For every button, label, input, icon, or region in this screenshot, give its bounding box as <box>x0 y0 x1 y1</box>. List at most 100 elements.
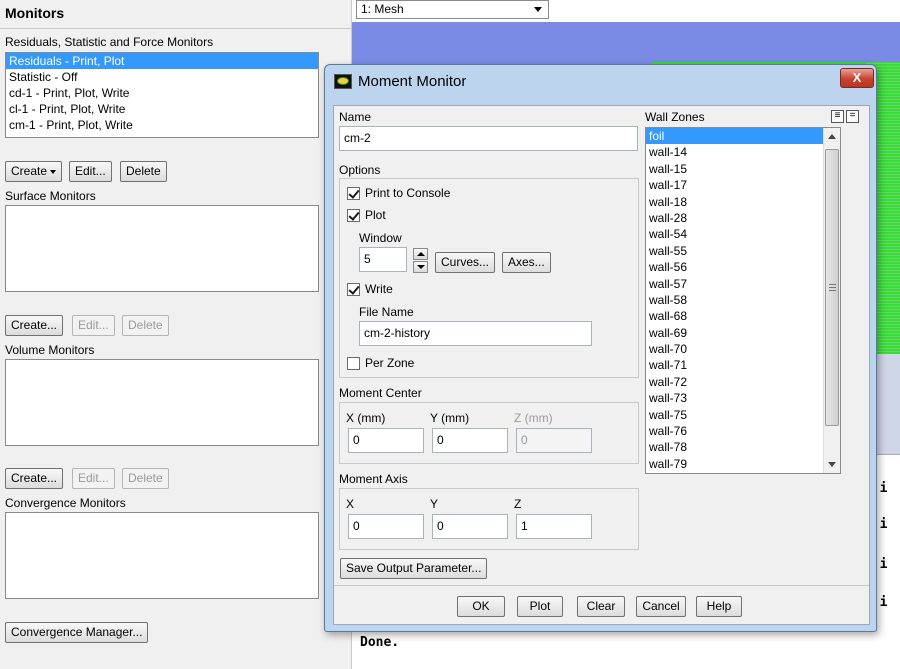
list-item[interactable]: wall-69 <box>646 325 840 341</box>
list-item[interactable]: foil <box>646 128 840 145</box>
list-item[interactable]: wall-76 <box>646 423 840 439</box>
moment-axis-label: Moment Axis <box>339 472 408 486</box>
window-label: Window <box>359 231 402 245</box>
list-item[interactable]: Residuals - Print, Plot <box>6 53 318 69</box>
plot-button[interactable]: Plot <box>517 596 563 617</box>
view-selector[interactable]: 1: Mesh <box>356 0 549 19</box>
close-button[interactable]: X <box>840 68 874 88</box>
checkbox-label: Plot <box>365 208 386 222</box>
residuals-section-label: Residuals, Statistic and Force Monitors <box>5 35 214 49</box>
checkbox-box <box>347 356 360 370</box>
list-item[interactable]: wall-70 <box>646 341 840 357</box>
center-z-input[interactable]: 0 <box>516 428 592 453</box>
convergence-manager-button[interactable]: Convergence Manager... <box>5 622 149 643</box>
axis-z-input[interactable]: 1 <box>516 514 592 539</box>
list-item[interactable]: wall-73 <box>646 390 840 406</box>
volume-delete-button[interactable]: Delete <box>122 468 169 489</box>
curves-button[interactable]: Curves... <box>435 252 496 273</box>
list-item[interactable]: wall-71 <box>646 357 840 373</box>
console-done-line: Done. <box>360 635 400 650</box>
chevron-down-icon <box>534 7 542 12</box>
dialog-body: Name cm-2 Options Print to Console Plot … <box>333 105 870 625</box>
save-output-parameter-button[interactable]: Save Output Parameter... <box>340 558 488 579</box>
list-item[interactable]: wall-72 <box>646 374 840 390</box>
name-label: Name <box>339 110 372 124</box>
grip-icon <box>829 284 836 291</box>
axis-x-input[interactable]: 0 <box>348 514 424 539</box>
list-item[interactable]: wall-28 <box>646 210 840 226</box>
app-icon <box>334 74 352 89</box>
spin-up-icon[interactable] <box>413 248 428 260</box>
ok-button[interactable]: OK <box>457 596 505 617</box>
spin-down-icon[interactable] <box>413 261 428 273</box>
chevron-down-icon <box>50 169 57 174</box>
name-input[interactable]: cm-2 <box>339 126 638 151</box>
list-item[interactable]: wall-15 <box>646 161 840 177</box>
help-button[interactable]: Help <box>696 596 742 617</box>
surface-edit-button[interactable]: Edit... <box>72 315 115 336</box>
edit-button[interactable]: Edit... <box>69 161 112 182</box>
center-x-input[interactable]: 0 <box>348 428 424 453</box>
panel-title: Monitors <box>5 5 65 21</box>
volume-edit-button[interactable]: Edit... <box>72 468 115 489</box>
delete-button[interactable]: Delete <box>120 161 167 182</box>
convergence-monitor-list[interactable] <box>5 512 319 599</box>
volume-create-button[interactable]: Create... <box>5 468 64 489</box>
list-item[interactable]: wall-54 <box>646 226 840 242</box>
per-zone-checkbox[interactable]: Per Zone <box>347 356 414 370</box>
list-item[interactable]: cd-1 - Print, Plot, Write <box>6 85 318 101</box>
volume-monitor-list[interactable] <box>5 359 319 446</box>
list-item[interactable]: cm-1 - Print, Plot, Write <box>6 117 318 133</box>
write-checkbox[interactable]: Write <box>347 282 393 296</box>
axis-y-input[interactable]: 0 <box>432 514 508 539</box>
checkbox-label: Per Zone <box>365 356 415 370</box>
scroll-down-icon[interactable] <box>828 462 836 467</box>
list-item[interactable]: cl-1 - Print, Plot, Write <box>6 101 318 117</box>
monitors-panel: Monitors Residuals, Statistic and Force … <box>0 0 352 669</box>
cancel-button[interactable]: Cancel <box>636 596 686 617</box>
volume-monitors-label: Volume Monitors <box>5 343 95 357</box>
list-item[interactable]: wall-57 <box>646 276 840 292</box>
vertical-scrollbar[interactable] <box>823 128 840 473</box>
list-item[interactable]: wall-79 <box>646 456 840 472</box>
select-all-icon[interactable]: ≡ <box>831 110 844 123</box>
surface-monitor-list[interactable] <box>5 205 319 292</box>
checkbox-box <box>347 282 360 296</box>
center-y-input[interactable]: 0 <box>432 428 508 453</box>
wall-zones-list[interactable]: foil wall-14 wall-15 wall-17 wall-18 wall-28 w… <box>645 127 841 474</box>
scroll-thumb[interactable] <box>825 149 839 426</box>
file-name-input[interactable]: cm-2-history <box>359 321 592 346</box>
list-item[interactable]: wall-75 <box>646 407 840 423</box>
button-bar-divider <box>334 585 869 586</box>
list-item[interactable]: wall-78 <box>646 439 840 455</box>
list-item[interactable]: wall-56 <box>646 259 840 275</box>
plot-checkbox[interactable]: Plot <box>347 208 386 222</box>
surface-monitors-label: Surface Monitors <box>5 189 96 203</box>
create-dropdown-button[interactable]: Create <box>5 161 63 182</box>
axis-z-label: Z <box>514 497 522 511</box>
list-item[interactable]: wall-58 <box>646 292 840 308</box>
axis-y-label: Y <box>430 497 439 511</box>
options-label: Options <box>339 163 381 177</box>
list-item[interactable]: wall-18 <box>646 194 840 210</box>
window-input[interactable]: 5 <box>359 247 407 272</box>
checkbox-box <box>347 186 360 200</box>
dialog-title: Moment Monitor <box>358 73 467 90</box>
residuals-monitor-list[interactable]: Residuals - Print, Plot Statistic - Off cd… <box>5 52 319 138</box>
clear-button[interactable]: Clear <box>577 596 625 617</box>
list-item[interactable]: Statistic - Off <box>6 69 318 85</box>
axes-button[interactable]: Axes... <box>502 252 551 273</box>
wall-zones-label: Wall Zones <box>645 110 705 124</box>
print-to-console-checkbox[interactable]: Print to Console <box>347 186 450 200</box>
list-item[interactable]: wall-55 <box>646 243 840 259</box>
center-x-label: X (mm) <box>346 411 386 425</box>
list-item[interactable]: wall-68 <box>646 308 840 324</box>
list-item[interactable]: wall-17 <box>646 177 840 193</box>
surface-delete-button[interactable]: Delete <box>122 315 169 336</box>
center-y-label: Y (mm) <box>430 411 470 425</box>
deselect-all-icon[interactable]: = <box>846 110 859 123</box>
surface-create-button[interactable]: Create... <box>5 315 64 336</box>
list-item[interactable]: wall-14 <box>646 144 840 160</box>
moment-monitor-dialog: Moment Monitor X Name cm-2 Options Print… <box>324 64 877 632</box>
scroll-up-icon[interactable] <box>828 134 836 139</box>
